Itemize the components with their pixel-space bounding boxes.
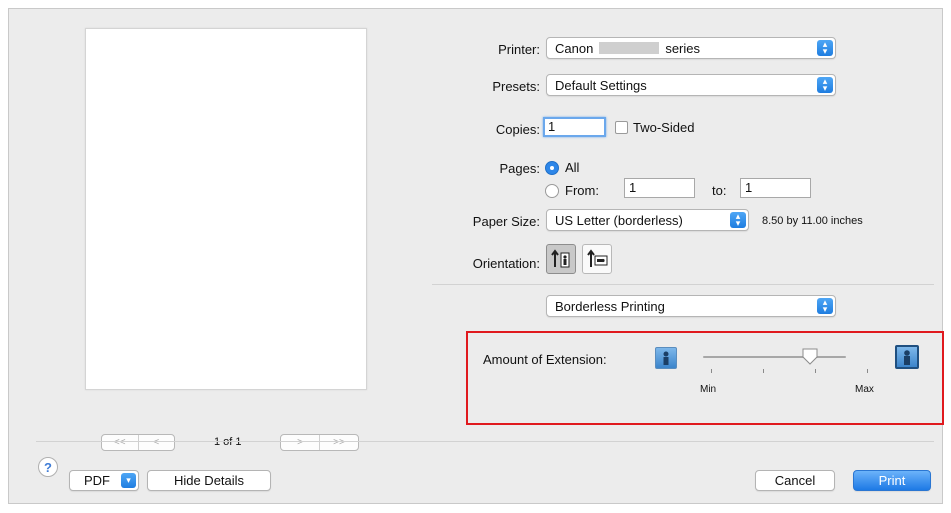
settings-section-value: Borderless Printing <box>555 298 665 314</box>
popup-arrows-icon: ▴ ▾ <box>817 77 833 93</box>
extension-slider-knob[interactable] <box>802 348 818 365</box>
redacted-model <box>599 42 660 54</box>
pdf-menu-button[interactable]: PDF ▾ <box>69 470 139 491</box>
popup-arrows-icon: ▴ ▾ <box>730 212 746 228</box>
paper-size-popup[interactable]: US Letter (borderless) ▴ ▾ <box>546 209 749 231</box>
next-page-button[interactable]: > <box>281 435 320 450</box>
person-icon <box>904 350 910 365</box>
previous-page-button[interactable]: < <box>139 435 175 450</box>
portrait-orientation-button[interactable] <box>546 244 576 274</box>
printer-popup[interactable]: Canon series ▴ ▾ <box>546 37 836 59</box>
copies-label: Copies: <box>495 122 540 137</box>
presets-label: Presets: <box>492 79 540 94</box>
two-sided-checkbox[interactable] <box>615 121 628 134</box>
cancel-button[interactable]: Cancel <box>755 470 835 491</box>
extension-label: Amount of Extension: <box>483 352 607 367</box>
pages-all-radio[interactable] <box>545 161 559 175</box>
popup-arrows-icon: ▴ ▾ <box>817 298 833 314</box>
paper-size-label: Paper Size: <box>472 214 540 229</box>
portrait-person-icon <box>551 249 570 268</box>
slider-tick <box>815 369 816 373</box>
landscape-person-icon <box>587 249 608 267</box>
slider-tick <box>763 369 764 373</box>
help-button[interactable]: ? <box>38 457 58 477</box>
person-icon <box>663 351 669 365</box>
pages-to-field[interactable]: 1 <box>740 178 811 198</box>
pages-from-label: From: <box>565 183 599 198</box>
pages-all-label: All <box>565 160 580 175</box>
min-extension-icon <box>655 347 677 369</box>
chevron-down-icon: ▾ <box>121 473 136 488</box>
footer-divider <box>36 441 934 442</box>
pages-from-radio[interactable] <box>545 184 559 198</box>
slider-tick <box>711 369 712 373</box>
pages-label: Pages: <box>499 161 540 176</box>
highlight-box <box>466 331 944 425</box>
hide-details-button[interactable]: Hide Details <box>147 470 271 491</box>
slider-min-label: Min <box>700 384 717 395</box>
max-extension-icon <box>895 345 919 369</box>
page-preview <box>85 28 367 390</box>
printer-name-suffix: series <box>665 40 700 56</box>
presets-popup[interactable]: Default Settings ▴ ▾ <box>546 74 836 96</box>
printer-label: Printer: <box>498 42 540 57</box>
page-count: 1 of 1 <box>214 436 242 448</box>
paper-dimensions: 8.50 by 11.00 inches <box>762 215 863 227</box>
last-page-button[interactable]: >> <box>320 435 358 450</box>
slider-tick <box>867 369 868 373</box>
print-button[interactable]: Print <box>853 470 931 491</box>
settings-section-popup[interactable]: Borderless Printing ▴ ▾ <box>546 295 836 317</box>
first-page-button[interactable]: << <box>102 435 139 450</box>
slider-max-label: Max <box>855 384 874 395</box>
preview-nav-forward-group: > >> <box>280 434 359 451</box>
popup-arrows-icon: ▴ ▾ <box>817 40 833 56</box>
copies-field[interactable]: 1 <box>543 117 606 137</box>
landscape-orientation-button[interactable] <box>582 244 612 274</box>
preview-nav-back-group: << < <box>101 434 175 451</box>
two-sided-label: Two-Sided <box>633 120 695 135</box>
pages-from-field[interactable]: 1 <box>624 178 695 198</box>
extension-slider-track[interactable] <box>703 356 846 358</box>
paper-size-value: US Letter (borderless) <box>555 212 683 228</box>
pdf-label: PDF <box>84 473 110 488</box>
printer-name-prefix: Canon <box>555 40 594 56</box>
section-divider <box>432 284 934 285</box>
orientation-label: Orientation: <box>472 256 540 271</box>
presets-value: Default Settings <box>555 77 647 93</box>
pages-to-label: to: <box>712 183 727 198</box>
